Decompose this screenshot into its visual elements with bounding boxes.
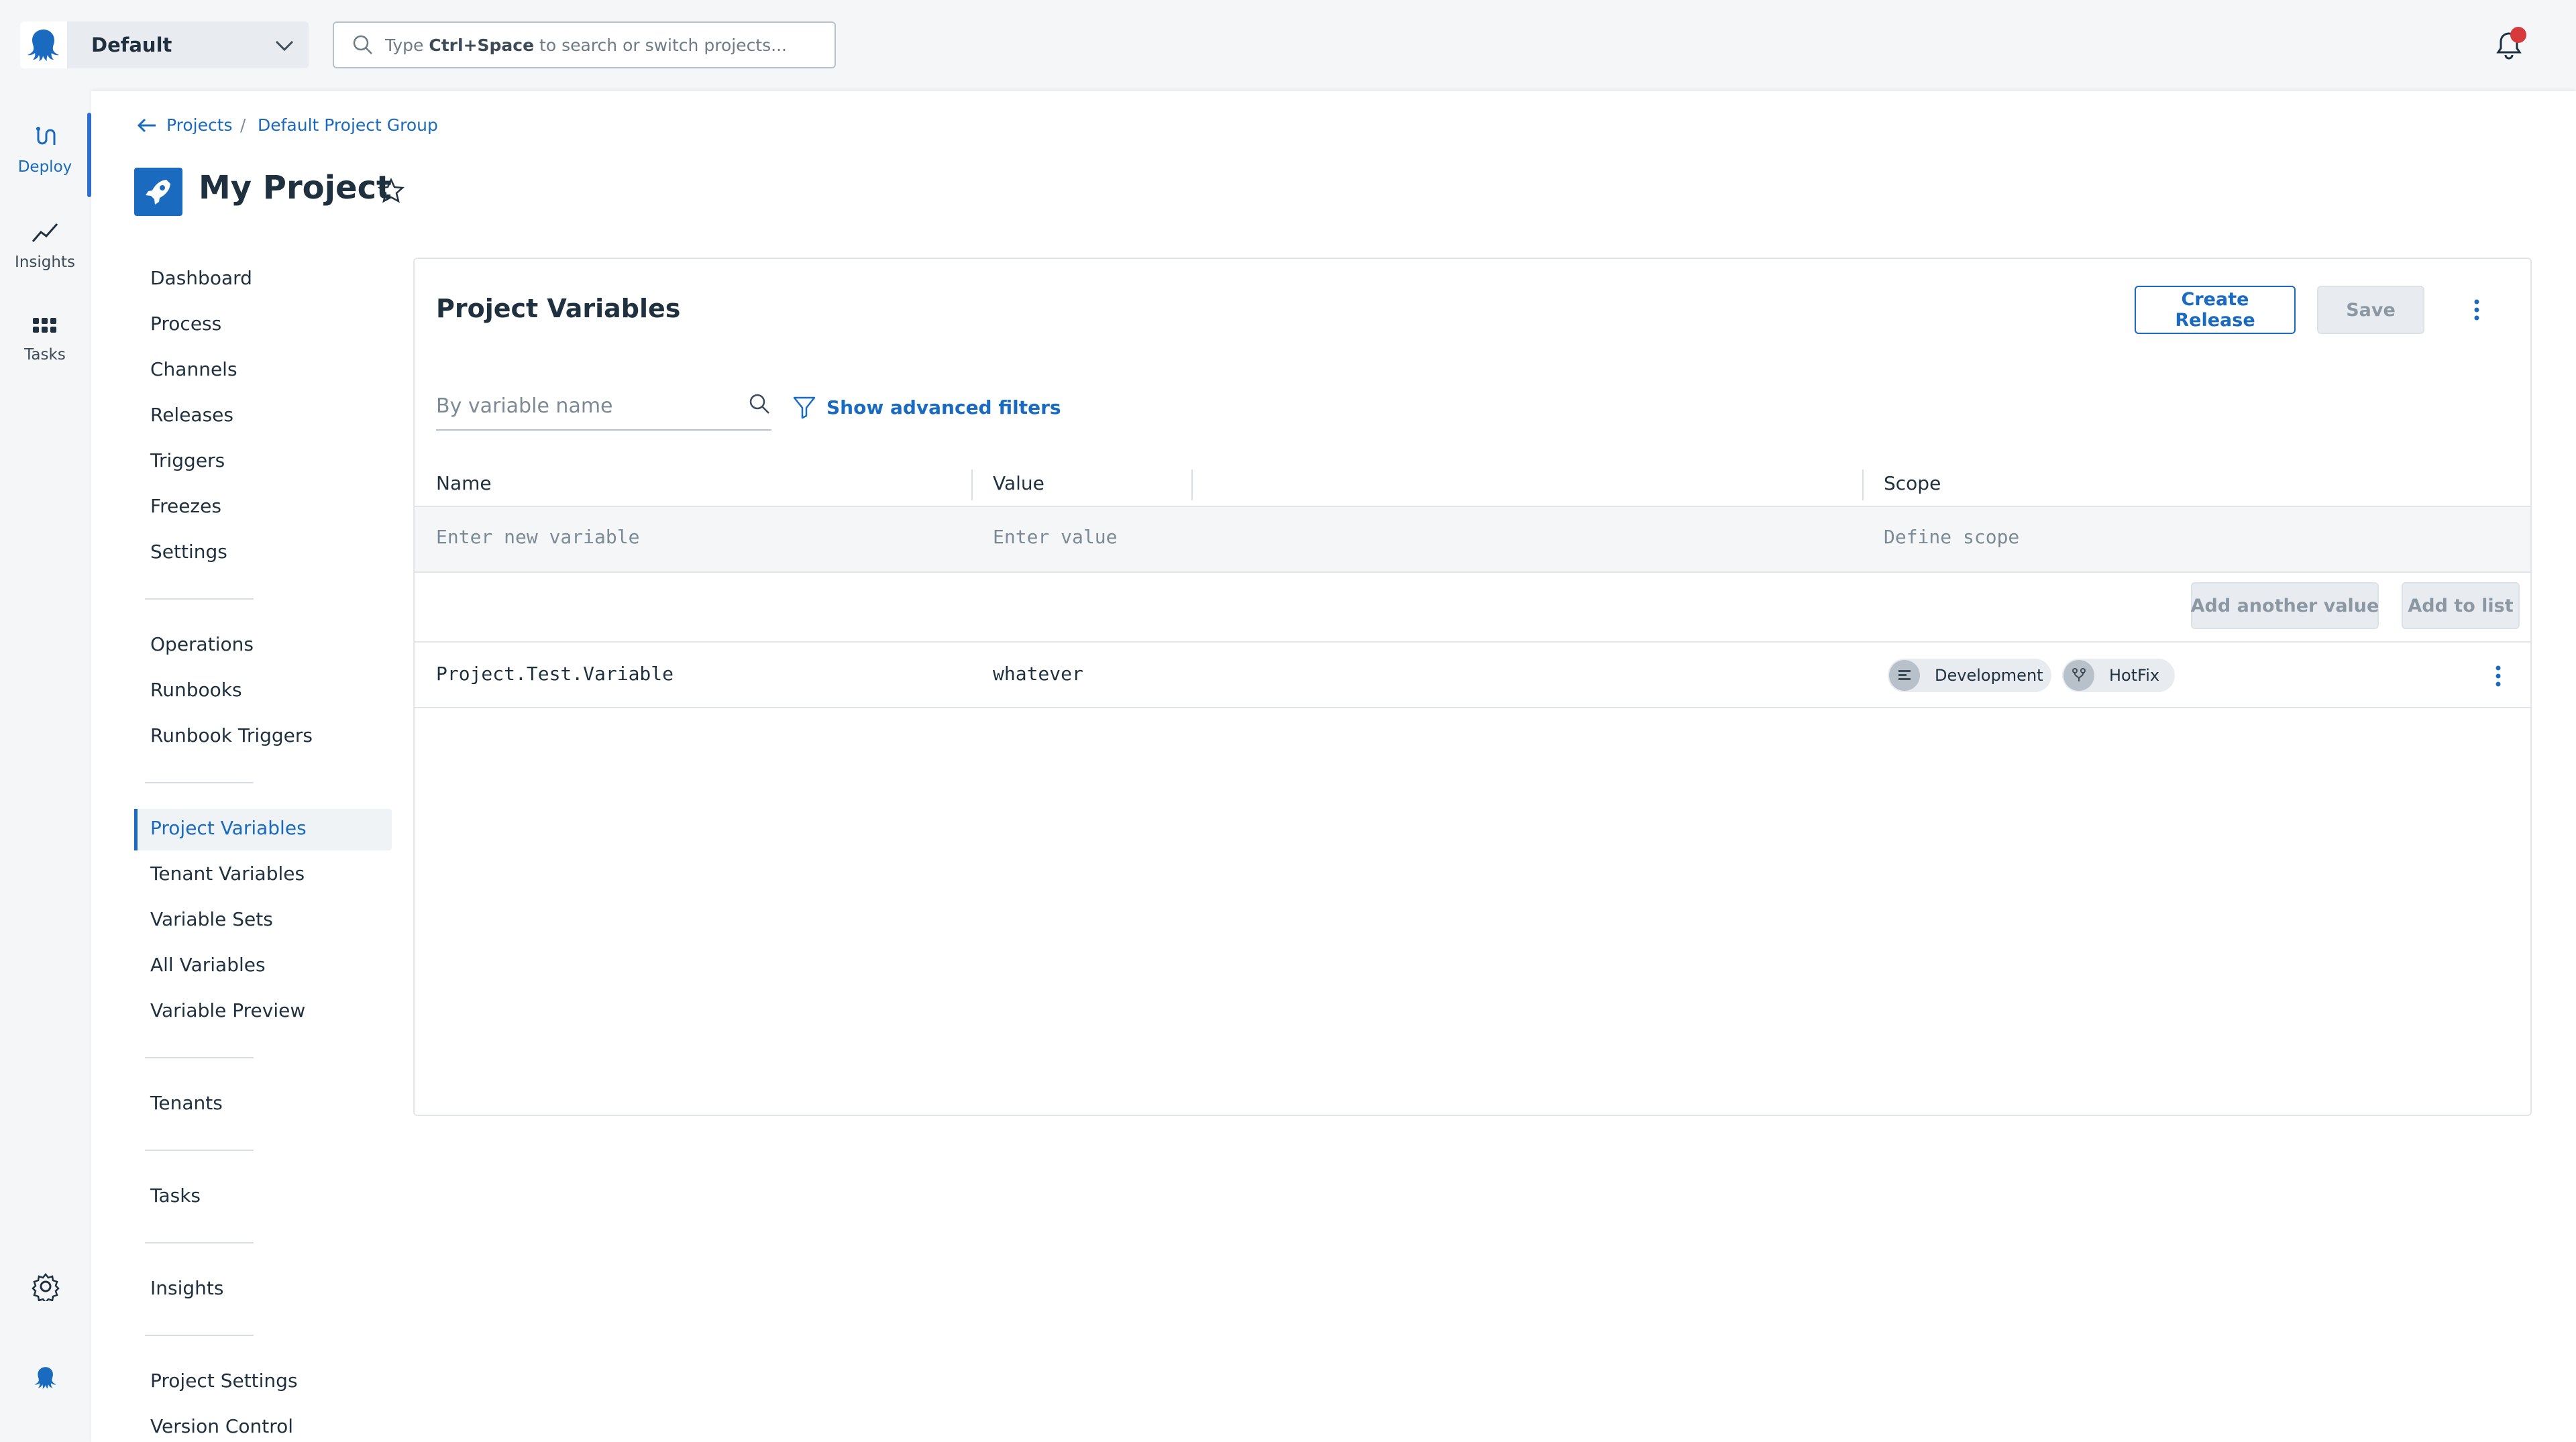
rocket-icon: [146, 180, 170, 205]
nav-divider: [145, 782, 254, 783]
new-variable-name-input[interactable]: Enter new variable: [436, 526, 639, 548]
nav-all-variables[interactable]: All Variables: [150, 954, 266, 976]
scope-chip-label: HotFix: [2109, 666, 2160, 685]
nav-releases[interactable]: Releases: [150, 404, 233, 426]
advanced-filters-label: Show advanced filters: [826, 396, 1061, 419]
column-header-scope: Scope: [1884, 472, 1941, 494]
global-search-input[interactable]: Type Ctrl+Space to search or switch proj…: [333, 21, 836, 68]
add-another-value-label: Add another value: [2190, 595, 2379, 616]
nav-freezes[interactable]: Freezes: [150, 495, 221, 517]
show-advanced-filters-link[interactable]: Show advanced filters: [792, 394, 1061, 420]
chevron-down-icon: [275, 40, 294, 52]
new-variable-row: [415, 506, 2530, 573]
define-scope-input[interactable]: Define scope: [1884, 526, 2019, 548]
save-button[interactable]: Save: [2317, 286, 2424, 334]
rail-item-tasks[interactable]: Tasks: [0, 314, 90, 364]
nav-settings[interactable]: Settings: [150, 541, 227, 563]
nav-tasks[interactable]: Tasks: [150, 1184, 201, 1207]
nav-version-control[interactable]: Version Control: [150, 1415, 293, 1437]
more-vertical-icon[interactable]: [2469, 295, 2485, 325]
rail-item-deploy[interactable]: Deploy: [0, 123, 90, 176]
star-icon[interactable]: [377, 177, 405, 205]
column-separator: [1191, 469, 1193, 500]
search-icon: [749, 394, 769, 414]
variable-name-filter-input[interactable]: By variable name: [436, 389, 771, 431]
channel-icon: [2063, 660, 2094, 691]
nav-runbook-triggers[interactable]: Runbook Triggers: [150, 724, 313, 746]
nav-divider: [145, 1242, 254, 1243]
nav-process[interactable]: Process: [150, 313, 221, 335]
nav-operations[interactable]: Operations: [150, 633, 254, 655]
scope-chip-label: Development: [1935, 666, 2043, 685]
nav-variable-preview[interactable]: Variable Preview: [150, 999, 305, 1021]
notification-badge: [2510, 27, 2526, 43]
variable-value: whatever: [993, 663, 1083, 685]
gear-icon[interactable]: [31, 1272, 60, 1301]
rail-item-label: Tasks: [24, 346, 66, 364]
nav-divider: [145, 1150, 254, 1151]
nav-project-variables[interactable]: Project Variables: [150, 817, 307, 839]
arrow-left-icon[interactable]: [136, 115, 158, 135]
space-name: Default: [91, 34, 172, 56]
octopus-avatar-icon[interactable]: [30, 1362, 62, 1394]
nav-tenant-variables[interactable]: Tenant Variables: [150, 863, 305, 885]
filter-placeholder: By variable name: [436, 394, 613, 418]
nav-divider: [145, 1057, 254, 1058]
scope-chip-hotfix[interactable]: HotFix: [2062, 659, 2175, 692]
page-title: My Project: [199, 169, 392, 207]
filter-icon: [793, 396, 816, 419]
breadcrumb-separator: /: [240, 115, 246, 135]
search-icon: [353, 35, 372, 54]
project-logo: [134, 168, 182, 216]
column-separator: [1862, 469, 1864, 500]
tasks-icon: [33, 318, 56, 333]
add-to-list-button[interactable]: Add to list: [2402, 582, 2520, 629]
rail-item-label: Insights: [15, 254, 75, 271]
nav-divider: [145, 1335, 254, 1336]
octopus-logo[interactable]: [20, 21, 67, 68]
scope-chip-development[interactable]: Development: [1888, 659, 2051, 692]
nav-project-settings[interactable]: Project Settings: [150, 1370, 298, 1392]
nav-tenants[interactable]: Tenants: [150, 1092, 223, 1114]
create-release-button[interactable]: Create Release: [2135, 286, 2296, 334]
nav-dashboard[interactable]: Dashboard: [150, 267, 252, 289]
insights-icon: [32, 223, 58, 242]
card-title: Project Variables: [436, 294, 681, 323]
add-another-value-button[interactable]: Add another value: [2191, 582, 2379, 629]
deploy-icon: [36, 127, 56, 145]
nav-runbooks[interactable]: Runbooks: [150, 679, 242, 701]
space-selector[interactable]: Default: [67, 21, 309, 68]
table-row[interactable]: [415, 643, 2530, 707]
nav-divider: [145, 598, 254, 600]
breadcrumb-project-group[interactable]: Default Project Group: [258, 115, 438, 135]
column-header-value: Value: [993, 472, 1044, 494]
nav-triggers[interactable]: Triggers: [150, 449, 225, 472]
rail-item-label: Deploy: [17, 158, 72, 176]
row-more-vertical-icon[interactable]: [2490, 661, 2506, 691]
nav-insights[interactable]: Insights: [150, 1277, 223, 1299]
variable-name: Project.Test.Variable: [436, 663, 674, 685]
nav-channels[interactable]: Channels: [150, 358, 237, 380]
row-divider: [415, 707, 2530, 708]
column-header-name: Name: [436, 472, 492, 494]
rail-item-insights[interactable]: Insights: [0, 219, 90, 271]
column-separator: [971, 469, 973, 500]
environment-icon: [1889, 660, 1920, 691]
new-variable-value-input[interactable]: Enter value: [993, 526, 1117, 548]
nav-variable-sets[interactable]: Variable Sets: [150, 908, 273, 930]
octopus-icon: [28, 30, 59, 61]
search-placeholder: Type Ctrl+Space to search or switch proj…: [385, 35, 787, 55]
breadcrumb-projects[interactable]: Projects: [166, 115, 233, 135]
